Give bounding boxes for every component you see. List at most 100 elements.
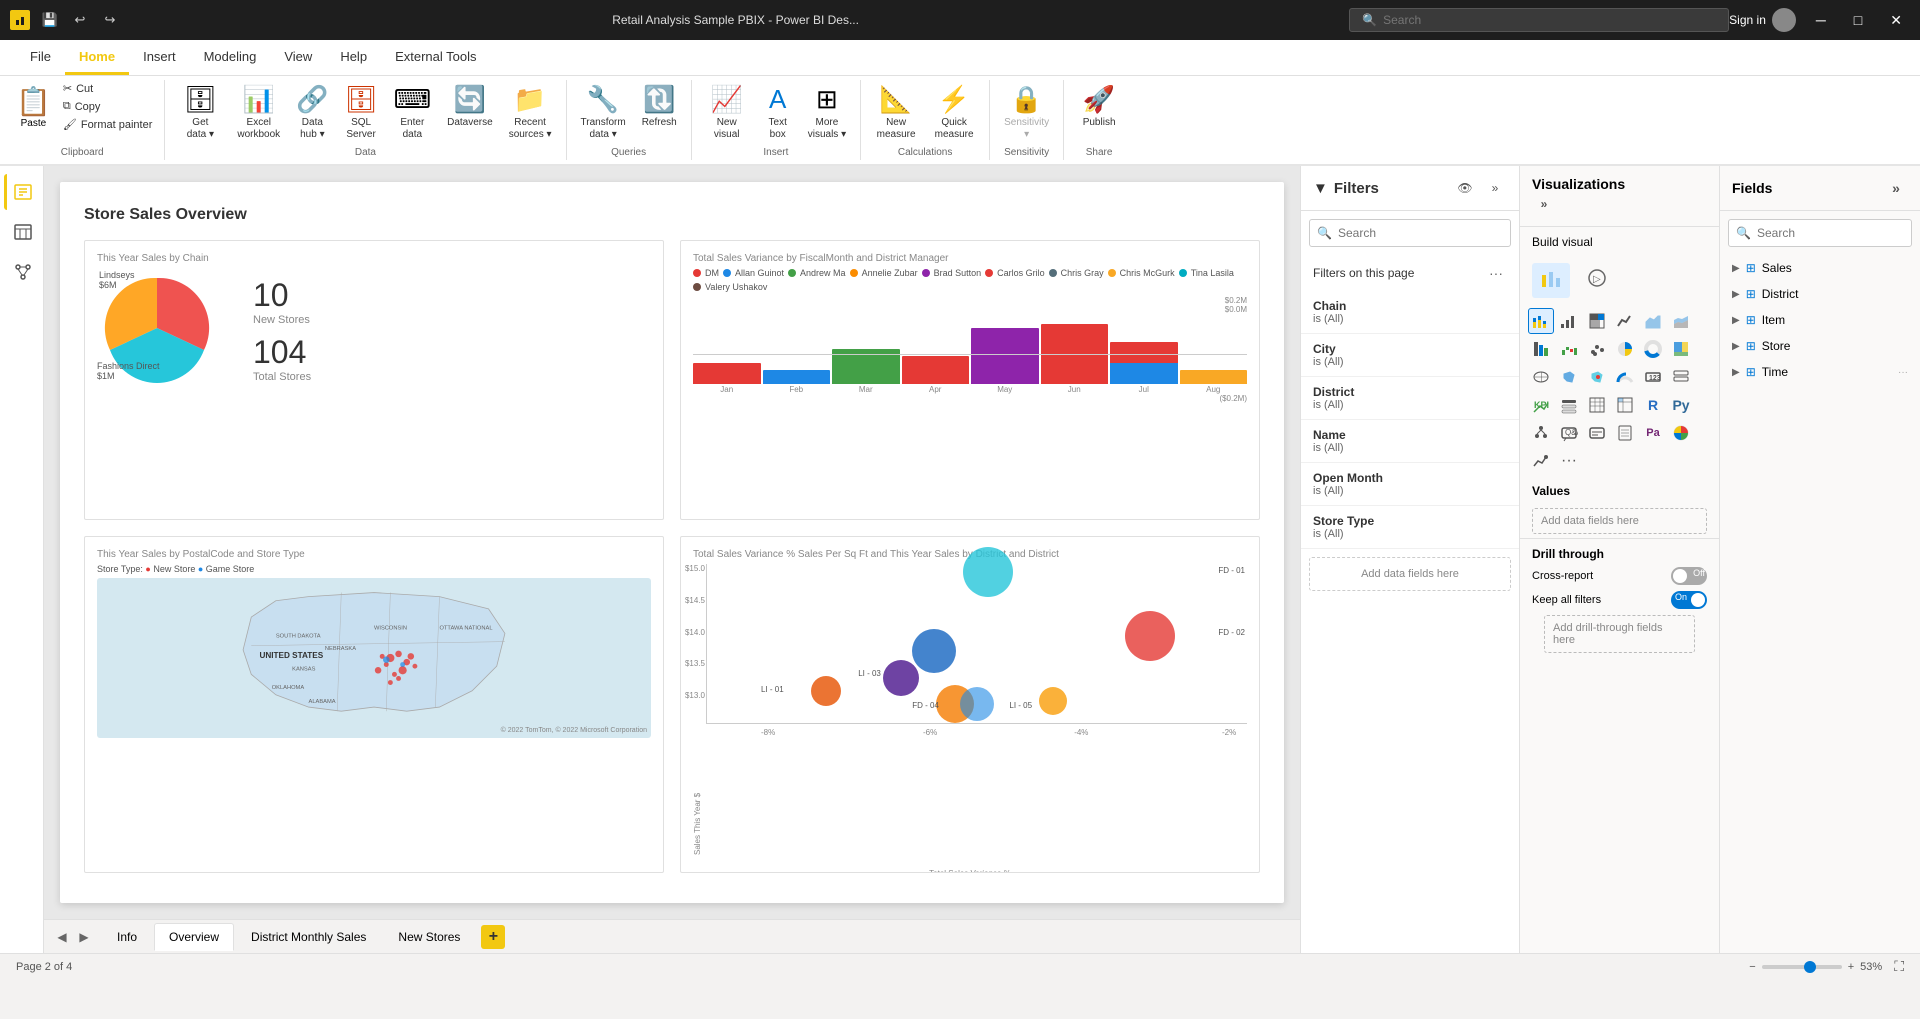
new-visual-button[interactable]: 📈 Newvisual [700,80,754,145]
viz-treemap[interactable] [1668,336,1694,362]
viz-qa[interactable]: Q&A [1556,420,1582,446]
viz-filled-map[interactable] [1556,364,1582,390]
redo-btn[interactable]: ↪ [98,8,122,32]
sign-in[interactable]: Sign in [1729,8,1796,32]
new-measure-button[interactable]: 📐 Newmeasure [869,80,923,145]
publish-button[interactable]: 🚀 Publish [1072,80,1126,133]
more-visuals-button[interactable]: ⊞ Morevisuals ▾ [802,80,852,145]
viz-kpi[interactable]: KPI [1528,392,1554,418]
viz-color-palette[interactable] [1668,420,1694,446]
zoom-plus[interactable]: + [1848,961,1854,973]
cross-report-toggle[interactable]: Off [1671,567,1707,585]
viz-card[interactable]: 123 [1640,364,1666,390]
viz-more[interactable]: ··· [1556,448,1582,474]
copy-button[interactable]: ⧉ Copy [59,98,157,115]
filter-expand-btn[interactable]: » [1483,176,1507,200]
filter-district[interactable]: District is (All) [1301,377,1519,420]
tab-view[interactable]: View [270,41,326,75]
get-data-button[interactable]: 🗄 Getdata ▾ [173,80,227,145]
field-district[interactable]: ▶ ⊞ District [1720,281,1920,307]
close-btn[interactable]: ✕ [1882,12,1910,29]
save-btn[interactable]: 💾 [38,8,62,32]
text-box-button[interactable]: A Textbox [758,80,798,145]
viz-stacked-bar[interactable] [1528,308,1554,334]
viz-r-script[interactable]: R [1640,392,1666,418]
minimize-btn[interactable]: ─ [1808,12,1834,28]
format-painter-button[interactable]: 🖌 Format painter [59,116,157,133]
chart-box-1[interactable]: This Year Sales by Chain Lindseys$6M Fas… [84,240,664,520]
viz-analytics[interactable] [1528,448,1554,474]
viz-stacked-area[interactable] [1668,308,1694,334]
drill-add-fields[interactable]: Add drill-through fields here [1544,615,1695,653]
values-add-fields[interactable]: Add data fields here [1532,508,1707,534]
tab-help[interactable]: Help [326,41,381,75]
dataverse-button[interactable]: 🔄 Dataverse [441,80,499,133]
field-time-more[interactable]: ··· [1898,367,1908,378]
filter-section-menu[interactable]: ··· [1485,263,1507,283]
viz-matrix[interactable] [1612,392,1638,418]
filter-open-month[interactable]: Open Month is (All) [1301,463,1519,506]
viz-donut[interactable] [1640,336,1666,362]
cut-button[interactable]: ✂ Cut [59,80,157,97]
fields-search[interactable]: 🔍 [1728,219,1912,247]
viz-type-chart-btn[interactable] [1532,263,1570,298]
filter-store-type[interactable]: Store Type is (All) [1301,506,1519,549]
tab-info[interactable]: Info [102,923,152,951]
global-search[interactable]: 🔍 [1349,8,1729,32]
chart-box-2[interactable]: Total Sales Variance by FiscalMonth and … [680,240,1260,520]
filter-name[interactable]: Name is (All) [1301,420,1519,463]
data-view-btn[interactable] [4,214,40,250]
filter-city[interactable]: City is (All) [1301,334,1519,377]
tab-insert[interactable]: Insert [129,41,190,75]
viz-paginated[interactable] [1612,420,1638,446]
viz-smart-narrative[interactable] [1584,420,1610,446]
filters-search[interactable]: 🔍 [1309,219,1511,247]
viz-power-apps[interactable]: Pa [1640,420,1666,446]
filter-eye-btn[interactable]: 👁 [1453,176,1477,200]
viz-scatter[interactable] [1584,336,1610,362]
filters-search-input[interactable] [1309,219,1511,247]
page-next-btn[interactable]: ▶ [74,927,94,947]
tab-district-monthly[interactable]: District Monthly Sales [236,923,381,951]
fit-page-btn[interactable]: ⛶ [1894,958,1904,975]
paste-button[interactable]: 📋 Paste [8,80,59,133]
field-sales[interactable]: ▶ ⊞ Sales [1720,255,1920,281]
viz-ribbon[interactable] [1528,336,1554,362]
model-view-btn[interactable] [4,254,40,290]
viz-type-format-btn[interactable]: ▷ [1578,263,1616,298]
recent-sources-button[interactable]: 📁 Recentsources ▾ [503,80,558,145]
viz-table[interactable] [1584,392,1610,418]
viz-slicer[interactable] [1556,392,1582,418]
chart-box-3[interactable]: This Year Sales by PostalCode and Store … [84,536,664,873]
keep-filters-toggle[interactable]: On [1671,591,1707,609]
viz-azure-map[interactable] [1584,364,1610,390]
user-avatar[interactable] [1772,8,1796,32]
quick-measure-button[interactable]: ⚡ Quickmeasure [927,80,981,145]
tab-home[interactable]: Home [65,41,129,75]
transform-data-button[interactable]: 🔧 Transformdata ▾ [575,80,632,145]
field-time[interactable]: ▶ ⊞ Time ··· [1720,359,1920,385]
sensitivity-button[interactable]: 🔒 Sensitivity▾ [998,80,1055,145]
filter-chain[interactable]: Chain is (All) [1301,291,1519,334]
tab-modeling[interactable]: Modeling [190,41,271,75]
zoom-slider[interactable] [1762,965,1842,969]
viz-stacked-bar-100[interactable] [1584,308,1610,334]
undo-btn[interactable]: ↩ [68,8,92,32]
data-hub-button[interactable]: 🔗 Datahub ▾ [290,80,334,145]
tab-new-stores[interactable]: New Stores [383,923,475,951]
field-item[interactable]: ▶ ⊞ Item [1720,307,1920,333]
global-search-input[interactable] [1383,13,1716,27]
viz-panel-expand[interactable]: » [1532,192,1556,216]
tab-external-tools[interactable]: External Tools [381,41,490,75]
fields-search-input[interactable] [1728,219,1912,247]
viz-decomp-tree[interactable] [1528,420,1554,446]
filter-add-fields[interactable]: Add data fields here [1309,557,1511,591]
tab-overview[interactable]: Overview [154,923,234,951]
viz-python[interactable]: Py [1668,392,1694,418]
chart-box-4[interactable]: Total Sales Variance % Sales Per Sq Ft a… [680,536,1260,873]
fields-expand-btn[interactable]: » [1884,176,1908,200]
viz-gauge[interactable] [1612,364,1638,390]
sql-server-button[interactable]: 🗄 SQLServer [339,80,384,145]
report-view-btn[interactable] [4,174,40,210]
viz-bar[interactable] [1556,308,1582,334]
